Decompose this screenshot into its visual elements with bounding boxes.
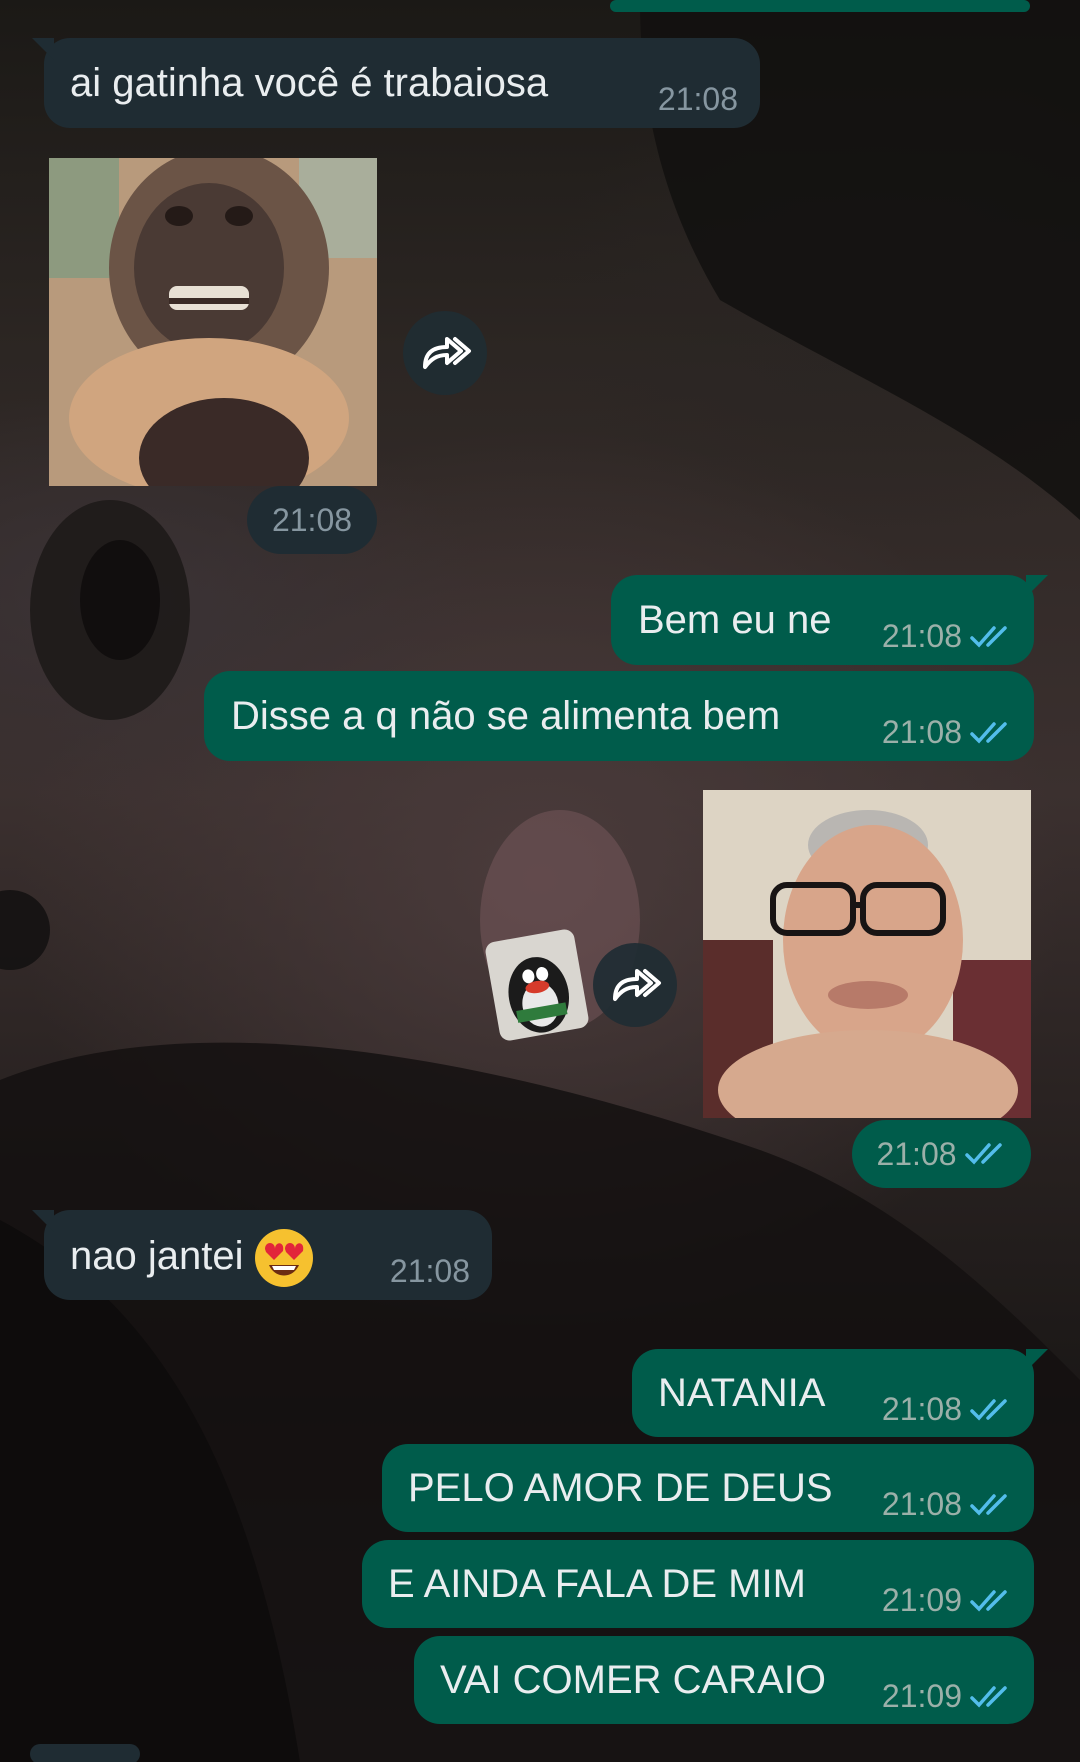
double-check-icon — [970, 1589, 1007, 1612]
message-outgoing[interactable]: VAI COMER CARAIO 21:09 — [414, 1636, 1034, 1724]
message-time: 21:09 — [881, 1678, 962, 1714]
message-time: 21:08 — [271, 501, 353, 538]
forward-icon — [423, 337, 471, 369]
message-text: Bem eu ne — [638, 598, 832, 642]
double-check-icon — [970, 1493, 1007, 1516]
forward-icon — [613, 969, 661, 1001]
message-time: 21:08 — [876, 1135, 957, 1172]
message-incoming[interactable]: nao jantei 21:08 — [32, 1210, 492, 1300]
message-time: 21:08 — [881, 1486, 962, 1522]
double-check-icon — [970, 1398, 1007, 1421]
outgoing-image[interactable] — [703, 790, 1031, 1118]
forward-button[interactable] — [403, 311, 487, 395]
message-text: ai gatinha você é trabaiosa — [70, 61, 549, 105]
message-text: Disse a q não se alimenta bem — [231, 694, 781, 738]
heart-eyes-emoji-icon — [255, 1229, 314, 1288]
message-text: nao jantei — [70, 1225, 315, 1289]
message-text: E AINDA FALA DE MIM — [388, 1562, 806, 1606]
penguin-sticker-icon — [508, 957, 570, 1033]
message-time: 21:09 — [881, 1582, 962, 1618]
message-meta: 21:09 — [882, 1678, 1012, 1715]
message-meta: 21:08 — [658, 81, 738, 118]
image-time-badge: 21:08 — [247, 486, 377, 554]
incoming-image[interactable] — [49, 158, 377, 486]
message-outgoing[interactable]: Disse a q não se alimenta bem 21:08 — [204, 671, 1034, 761]
man-photo — [703, 790, 1031, 1118]
message-text: PELO AMOR DE DEUS — [408, 1466, 833, 1510]
message-time: 21:08 — [389, 1253, 470, 1289]
message-outgoing[interactable]: NATANIA 21:08 — [632, 1349, 1048, 1437]
message-text: NATANIA — [658, 1371, 826, 1415]
message-outgoing[interactable]: Bem eu ne 21:08 — [611, 575, 1048, 665]
message-meta: 21:08 — [882, 618, 1012, 655]
contact-sticker — [484, 927, 590, 1043]
message-outgoing[interactable]: PELO AMOR DE DEUS 21:08 — [382, 1444, 1034, 1532]
double-check-icon — [970, 1685, 1007, 1708]
previous-message-edge — [610, 0, 1030, 12]
double-check-icon — [964, 1143, 1002, 1165]
double-check-icon — [970, 721, 1007, 744]
message-meta: 21:08 — [882, 1391, 1012, 1428]
message-meta: 21:08 — [882, 1486, 1012, 1523]
message-time: 21:08 — [881, 618, 962, 654]
image-time-badge: 21:08 — [852, 1120, 1031, 1188]
message-time: 21:08 — [657, 81, 738, 117]
message-time: 21:08 — [881, 714, 962, 750]
forward-button[interactable] — [593, 943, 677, 1027]
message-text: VAI COMER CARAIO — [440, 1658, 826, 1702]
double-check-icon — [970, 625, 1007, 648]
message-meta: 21:08 — [882, 714, 1012, 751]
message-meta: 21:08 — [390, 1253, 470, 1290]
message-meta: 21:09 — [882, 1582, 1012, 1619]
message-outgoing[interactable]: E AINDA FALA DE MIM 21:09 — [362, 1540, 1034, 1628]
message-incoming[interactable]: ai gatinha você é trabaiosa 21:08 — [32, 38, 760, 128]
next-message-edge — [30, 1744, 140, 1762]
message-text-content: nao jantei — [70, 1234, 244, 1278]
message-time: 21:08 — [881, 1391, 962, 1427]
monkey-photo — [49, 158, 377, 486]
